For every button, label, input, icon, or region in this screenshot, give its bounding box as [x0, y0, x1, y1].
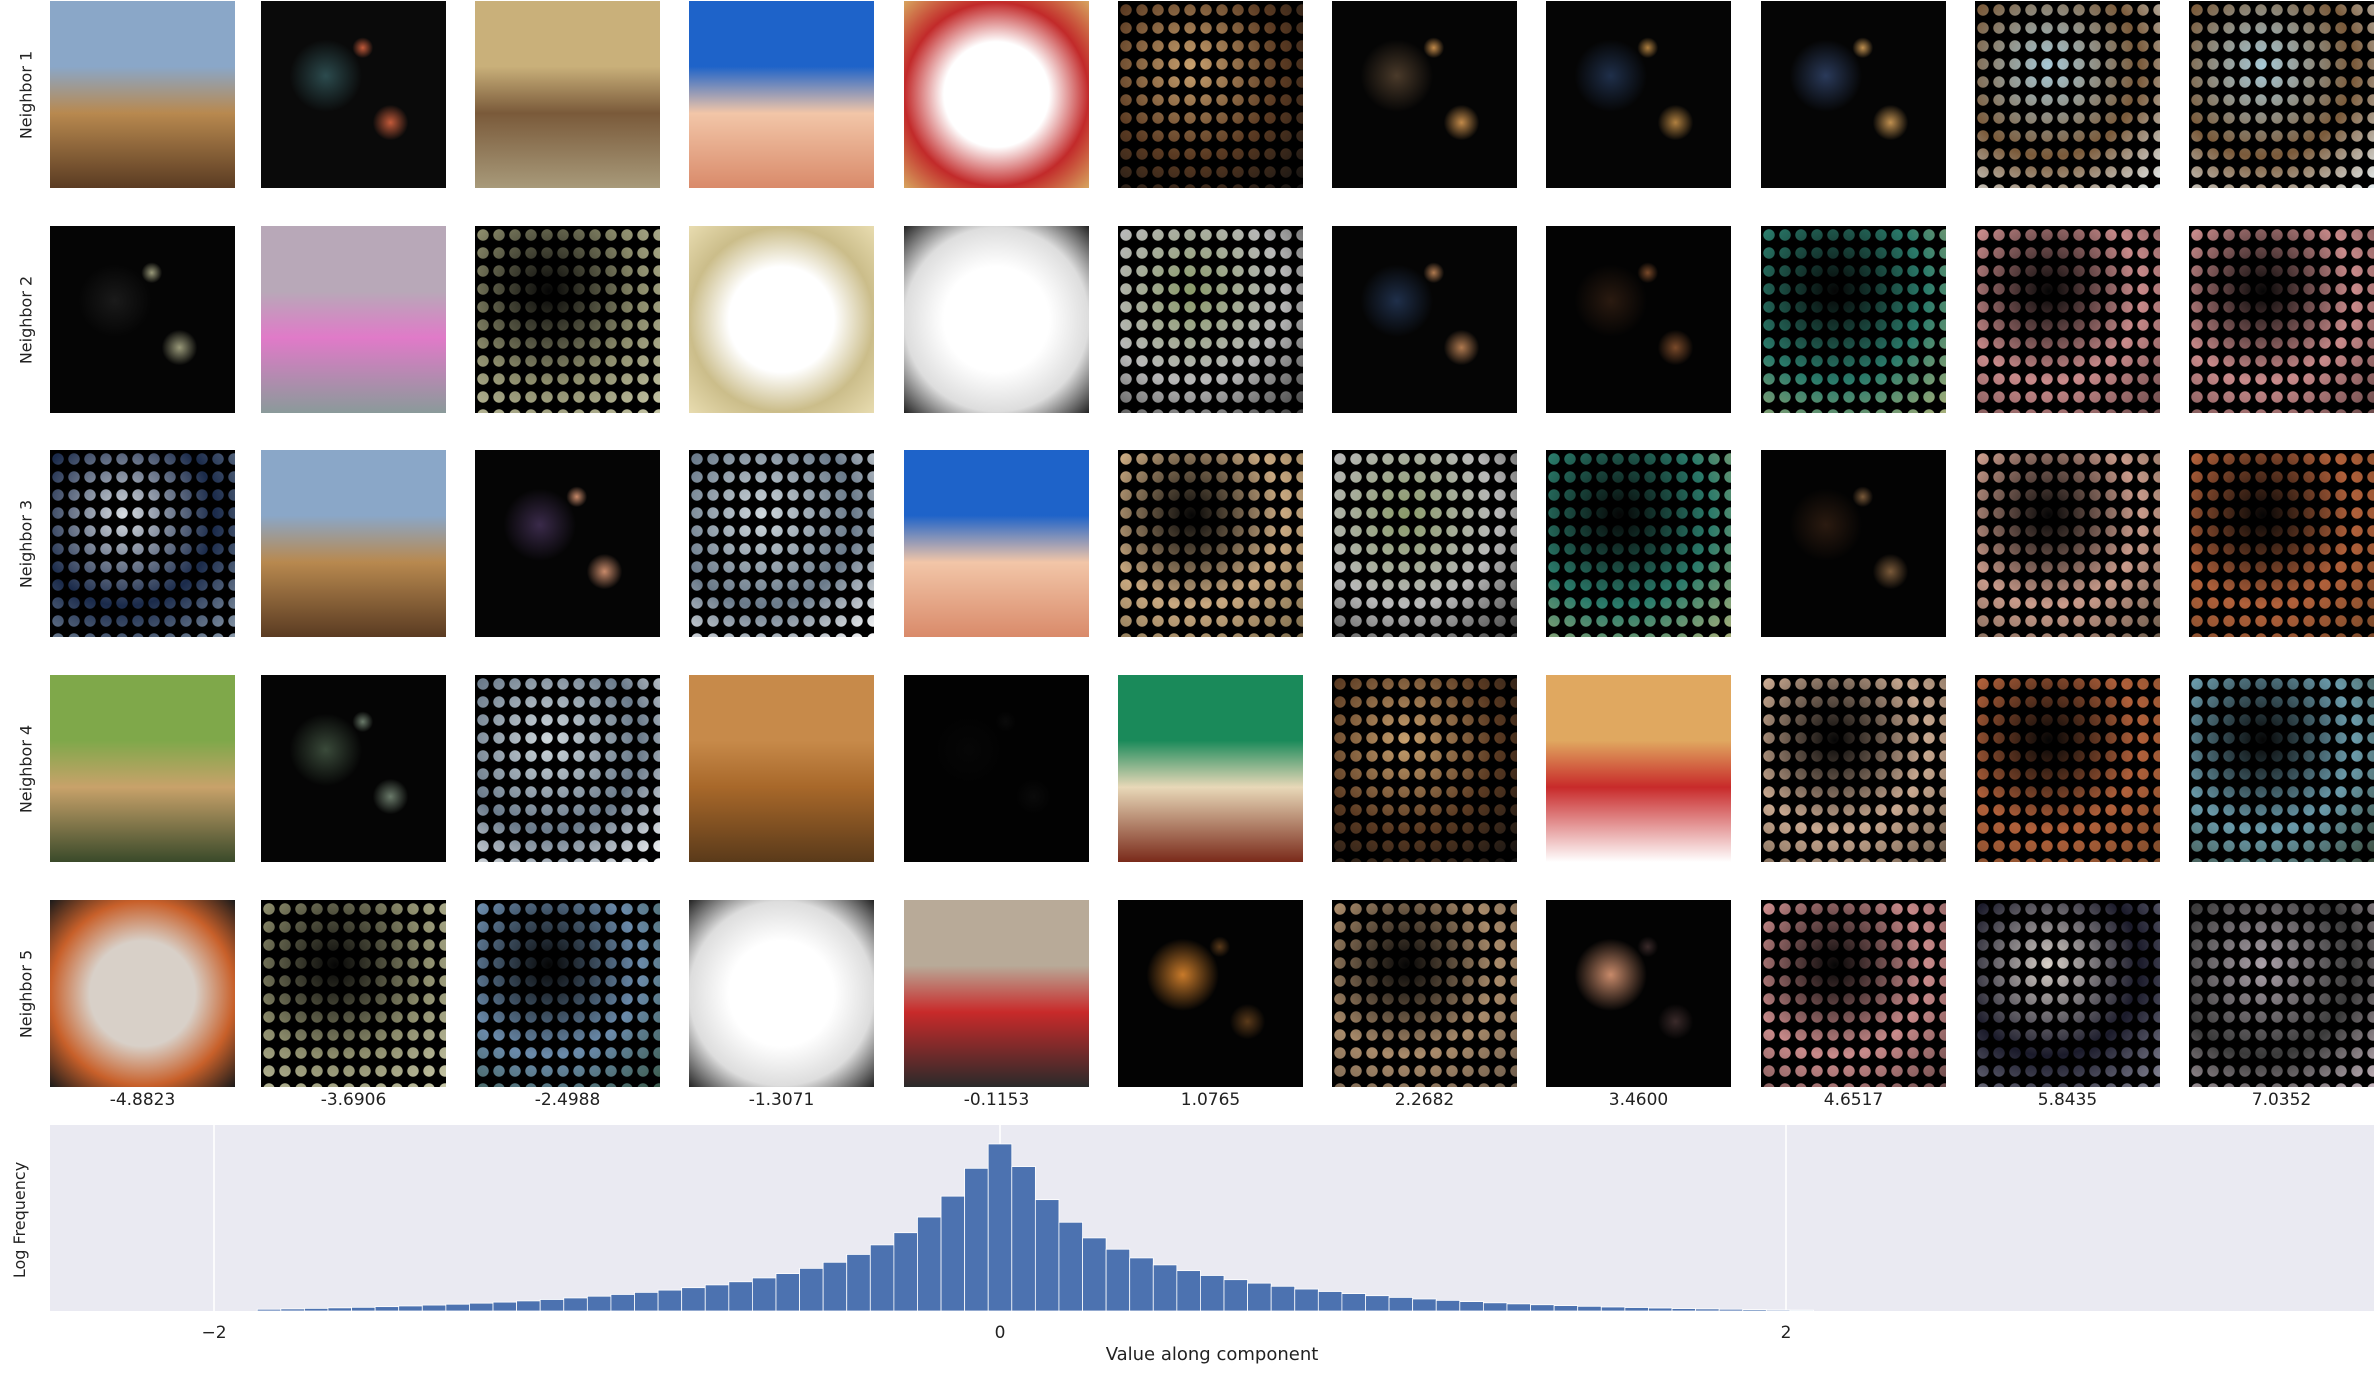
histogram-bar	[822, 1261, 848, 1312]
histogram-bar	[681, 1287, 706, 1312]
histogram-bar	[1459, 1301, 1484, 1312]
histogram-bar	[1058, 1221, 1083, 1312]
histogram-bar	[1365, 1295, 1390, 1312]
histogram-bar	[1270, 1285, 1296, 1312]
histogram-bar	[1435, 1299, 1461, 1312]
histogram-bar	[445, 1303, 470, 1312]
histogram-bar	[1412, 1298, 1437, 1312]
histogram-bar	[987, 1143, 1013, 1312]
histogram-bar	[1600, 1306, 1626, 1312]
histogram-bar	[539, 1299, 565, 1312]
histogram-bar	[280, 1308, 305, 1312]
histogram-bar	[351, 1306, 376, 1312]
x-tick-label: 0	[995, 1323, 1006, 1343]
histogram-bar	[586, 1295, 612, 1312]
histogram-bar	[1317, 1291, 1343, 1312]
histogram-bar	[327, 1307, 352, 1312]
histogram-bar	[940, 1195, 966, 1312]
histogram-bar	[657, 1289, 683, 1312]
histogram-bar	[516, 1300, 541, 1312]
histogram-bar	[469, 1302, 494, 1312]
histogram-bar	[1034, 1199, 1060, 1312]
histogram-bar	[1341, 1293, 1366, 1312]
histogram-bar	[1082, 1237, 1107, 1312]
histogram-bar	[1671, 1308, 1697, 1312]
histogram-bar	[421, 1304, 447, 1312]
histogram-bar	[634, 1291, 659, 1312]
histogram-bar	[1553, 1305, 1579, 1312]
histogram-bar	[964, 1167, 989, 1312]
histogram-bar	[1482, 1302, 1508, 1312]
histogram-bar	[1765, 1309, 1791, 1312]
histogram-bar	[563, 1297, 588, 1312]
histogram-bar	[846, 1254, 871, 1312]
histogram-bar	[1105, 1248, 1131, 1312]
histogram-bar	[1176, 1270, 1201, 1312]
histogram-bar	[917, 1216, 942, 1312]
x-tick-label: −2	[201, 1323, 226, 1343]
histogram-bar	[398, 1305, 423, 1312]
histogram-bar	[1506, 1303, 1531, 1312]
histogram-bar	[256, 1308, 282, 1312]
histogram-bar	[1530, 1304, 1555, 1312]
histogram-bar	[492, 1301, 518, 1312]
histogram-bar	[775, 1273, 800, 1312]
histogram-bar	[1789, 1309, 1814, 1312]
x-axis-label: Value along component	[1106, 1344, 1319, 1365]
histogram-bar	[1200, 1275, 1225, 1312]
histogram-bar	[1152, 1264, 1178, 1312]
histogram-bar	[1577, 1305, 1602, 1312]
histogram-bar	[1247, 1282, 1272, 1312]
histogram-bar	[1695, 1308, 1720, 1312]
x-tick-labels: −4−20246	[201, 1323, 1792, 1343]
histogram-bar	[1294, 1288, 1319, 1312]
histogram-bar	[893, 1232, 918, 1312]
histogram-bar	[728, 1281, 753, 1312]
histogram-bar	[1011, 1166, 1036, 1312]
histogram-bar	[1648, 1307, 1673, 1312]
histogram-chart: −4−20246 Value along component Log Frequ…	[10, 1125, 2374, 1365]
y-axis-label: Log Frequency	[10, 1162, 29, 1278]
histogram-bar	[799, 1267, 824, 1312]
histogram-bar	[1129, 1257, 1154, 1312]
histogram-bar	[374, 1306, 400, 1312]
histogram-bar	[704, 1284, 730, 1312]
x-tick-label: 2	[1781, 1323, 1792, 1343]
histogram-bar	[869, 1244, 895, 1312]
histogram-bar	[1624, 1307, 1649, 1312]
histogram-bar	[1718, 1308, 1744, 1312]
histogram-bar	[610, 1294, 635, 1312]
histogram-bar	[1223, 1279, 1248, 1312]
histogram-bar	[1388, 1297, 1414, 1312]
histogram-bar	[1742, 1309, 1767, 1312]
histogram-bar	[303, 1307, 329, 1312]
histogram-bar	[752, 1277, 777, 1312]
